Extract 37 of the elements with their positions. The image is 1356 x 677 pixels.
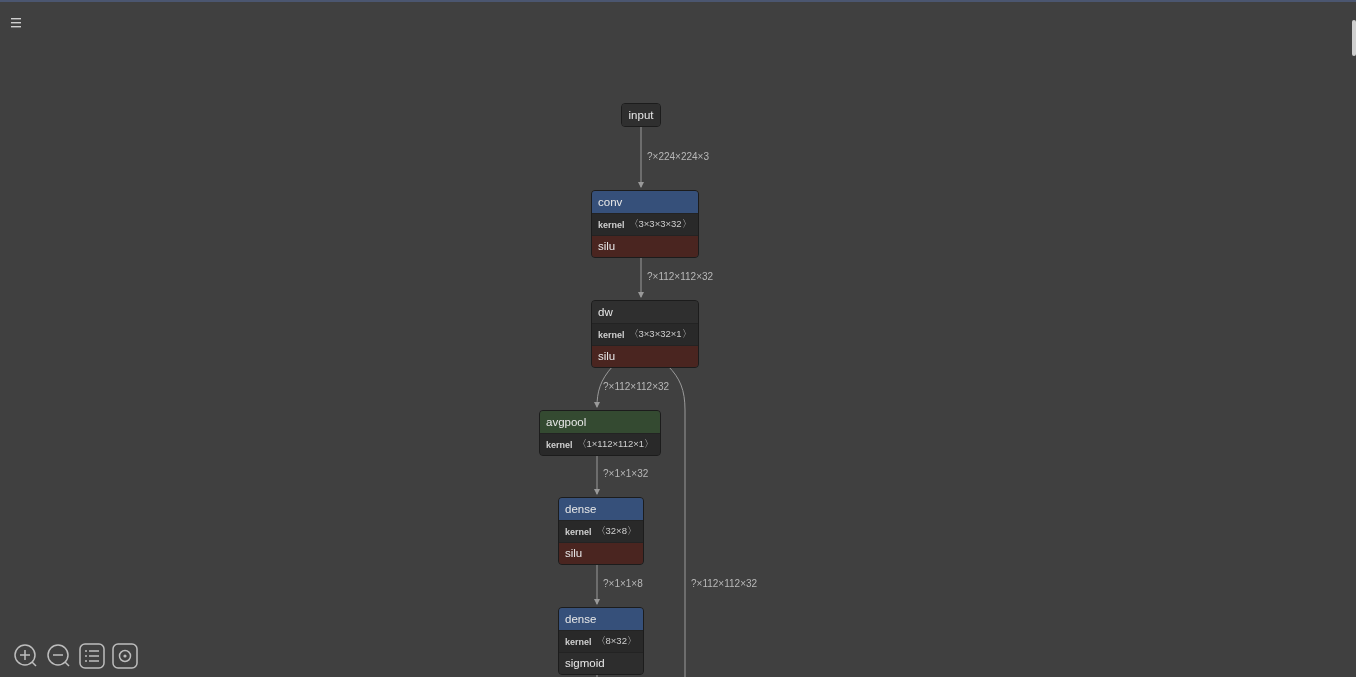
attribute-name: kernel [598, 329, 625, 340]
attribute-value: 〈3×3×3×32〉 [628, 218, 692, 231]
activation-label: silu [592, 235, 698, 257]
graph-node[interactable]: input [621, 103, 661, 127]
list-icon[interactable] [79, 643, 105, 669]
scrollbar-thumb[interactable] [1352, 20, 1356, 56]
activation-label: silu [559, 542, 643, 564]
graph-node[interactable]: dense kernel 〈8×32〉 sigmoid [558, 607, 644, 675]
attribute-name: kernel [565, 636, 592, 647]
node-title: dense [559, 608, 643, 630]
zoom-in-icon[interactable] [13, 643, 39, 669]
attribute-value: 〈3×3×32×1〉 [628, 328, 692, 341]
edge-line [596, 672, 598, 677]
attribute-name: kernel [598, 219, 625, 230]
attribute-name: kernel [565, 526, 592, 537]
menu-icon[interactable] [11, 18, 23, 28]
attribute-name: kernel [546, 439, 573, 450]
attribute-value: 〈32×8〉 [595, 525, 637, 538]
edge-label: ?×224×224×3 [647, 151, 709, 162]
graph-node[interactable]: conv kernel 〈3×3×3×32〉 silu [591, 190, 699, 258]
edge-label: ?×1×1×8 [603, 578, 643, 589]
activation-label: sigmoid [559, 652, 643, 674]
edge-label: ?×112×112×32 [647, 271, 714, 282]
graph-node[interactable]: avgpool kernel 〈1×112×112×1〉 [539, 410, 662, 456]
node-title: conv [592, 191, 698, 213]
activation-label: silu [592, 345, 698, 367]
attribute-value: 〈1×112×112×1〉 [576, 438, 655, 451]
attribute-value: 〈8×32〉 [595, 635, 637, 648]
edge-label: ?×112×112×32 [603, 381, 670, 392]
graph-node[interactable]: dw kernel 〈3×3×32×1〉 silu [591, 300, 699, 368]
node-title: dense [559, 498, 643, 520]
zoom-out-icon[interactable] [46, 643, 72, 669]
target-icon[interactable] [112, 643, 138, 669]
edge-label: ?×1×1×32 [603, 468, 649, 479]
graph-node[interactable]: dense kernel 〈32×8〉 silu [558, 497, 644, 565]
node-title: avgpool [540, 411, 661, 433]
edge-label: ?×112×112×32 [691, 578, 758, 589]
